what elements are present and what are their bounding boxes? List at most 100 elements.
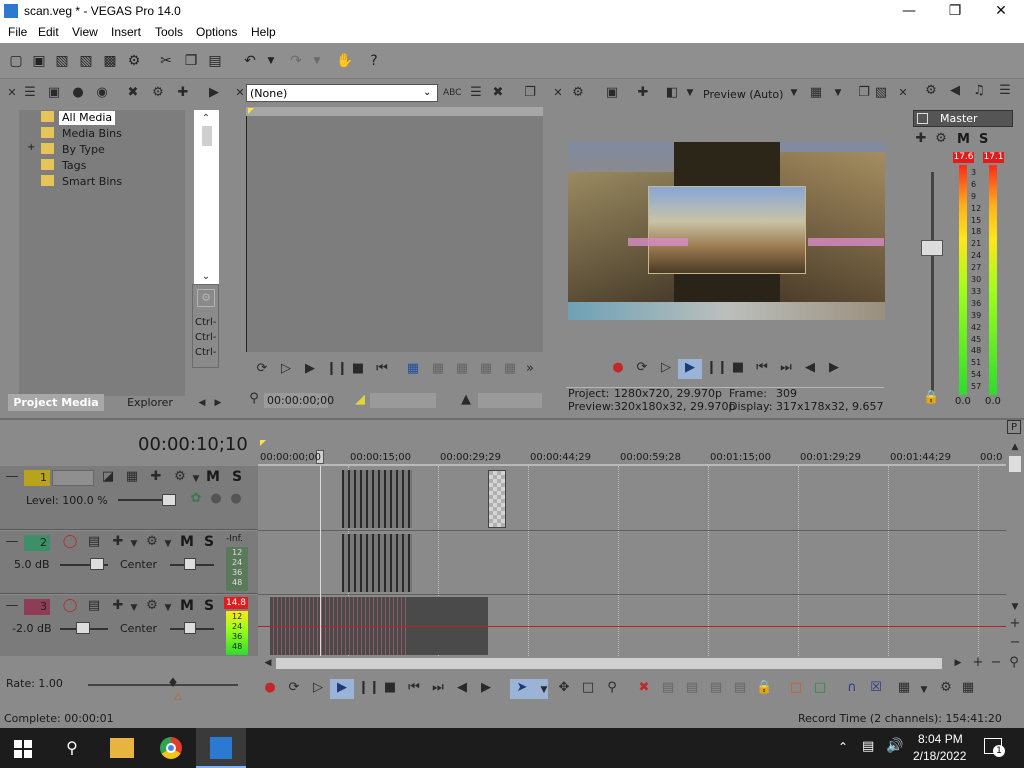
timeline-vscroll[interactable]: P ▲ ▼ + − (1006, 420, 1024, 656)
maximize-button[interactable]: ❐ (932, 0, 978, 23)
out-marker-icon[interactable]: ▲ (458, 393, 474, 409)
split-icon[interactable]: ▤ (732, 681, 748, 697)
expand-icon[interactable]: + (27, 142, 35, 153)
trim-icon[interactable]: ▦ (430, 362, 446, 378)
overlays-icon[interactable]: ◧ (664, 86, 680, 102)
in-point-field[interactable] (370, 393, 436, 408)
media-properties-icon[interactable]: ⚙ (150, 86, 166, 102)
timeline-hscroll[interactable]: ◀ ▶ + − ⚲ (258, 656, 1024, 672)
stop-icon[interactable]: ■ (730, 361, 746, 377)
downmix-icon[interactable]: ◀ (947, 84, 963, 100)
render-as-icon[interactable]: ▩ (102, 53, 118, 69)
undo-icon[interactable]: ↶ (242, 53, 258, 69)
go-to-end-icon[interactable]: ⏭ (778, 361, 794, 377)
track-settings-dropdown-icon[interactable]: ▼ (160, 537, 176, 553)
track-settings-icon[interactable]: ⚙ (144, 599, 160, 615)
fx-icon[interactable]: ⚙ (197, 289, 215, 307)
volume-slider-handle[interactable] (90, 558, 104, 570)
redo-icon[interactable]: ↷ (288, 53, 304, 69)
trim-icon[interactable]: ▦ (478, 362, 494, 378)
external-monitor-icon[interactable]: ▣ (604, 86, 620, 102)
media-fx-icon[interactable]: ✚ (175, 86, 191, 102)
copy-snapshot-icon[interactable]: ❐ (856, 86, 872, 102)
play-icon[interactable]: ▶ (302, 362, 318, 378)
selection-tool-icon[interactable]: □ (580, 681, 596, 697)
track-mute-button[interactable]: M (206, 469, 220, 485)
tree-item-by-type[interactable]: By Type (62, 143, 105, 156)
properties-icon[interactable]: ⚙ (126, 53, 142, 69)
play-icon[interactable]: ▶ (334, 681, 350, 697)
trim-end-icon[interactable]: ▤ (708, 681, 724, 697)
zoom-out-icon[interactable]: − (1007, 636, 1023, 652)
envelope-tool-icon[interactable]: ✥ (556, 681, 572, 697)
network-icon[interactable]: ▤ (862, 739, 874, 754)
paste-icon[interactable]: ▤ (207, 53, 223, 69)
media-scrollbar[interactable]: ⌃ ⌄ •: (194, 110, 219, 306)
save-icon[interactable]: ▧ (54, 53, 70, 69)
lock-envelopes-icon[interactable]: ⚙ (938, 681, 954, 697)
grid-icon[interactable]: ▦ (808, 86, 824, 102)
more-icon[interactable]: » (522, 362, 538, 378)
trim-icon[interactable]: ▦ (454, 362, 470, 378)
auto-crossfade-icon[interactable]: ☒ (868, 681, 884, 697)
region-tool-icon[interactable]: □ (812, 681, 828, 697)
zoom-out-h-icon[interactable]: − (988, 656, 1004, 672)
rate-reset-icon[interactable]: △ (170, 690, 186, 706)
help-icon[interactable]: ? (366, 53, 382, 69)
arm-record-icon[interactable]: ◯ (62, 599, 78, 615)
speaker-icon[interactable]: ♫ (971, 84, 987, 100)
tree-item-all-media[interactable]: All Media (59, 111, 116, 125)
normal-edit-tool-icon[interactable]: ➤ (514, 681, 530, 697)
notification-icon[interactable]: 1 (984, 738, 1005, 757)
zoom-tool-icon[interactable]: ⚲ (604, 681, 620, 697)
remove-media-icon[interactable]: ✖ (125, 86, 141, 102)
trim-icon[interactable]: ▦ (502, 362, 518, 378)
track-fx-icon[interactable]: ✚ (110, 535, 126, 551)
new-project-icon[interactable]: ▢ (8, 53, 24, 69)
track-settings-dropdown-icon[interactable]: ▼ (160, 601, 176, 617)
record-icon[interactable]: ● (610, 361, 626, 377)
trimmer-media-dropdown[interactable]: (None) ⌄ (246, 84, 438, 102)
close-button[interactable]: ✕ (978, 0, 1024, 23)
audio-event-group[interactable] (342, 534, 412, 592)
edit-tool-dropdown-icon[interactable]: ▼ (536, 683, 552, 699)
play-icon[interactable]: ▶ (682, 361, 698, 377)
trim-tool-icon[interactable]: ▤ (660, 681, 676, 697)
loop-icon[interactable]: ⟳ (286, 681, 302, 697)
arm-record-icon[interactable]: ◯ (62, 535, 78, 551)
delete-icon[interactable]: ✖ (636, 681, 652, 697)
next-frame-icon[interactable]: ▶ (826, 361, 842, 377)
capture-icon[interactable]: ▣ (46, 86, 62, 102)
minimize-track-icon[interactable]: — (4, 599, 20, 615)
track-motion-icon[interactable]: ◪ (100, 470, 116, 486)
track-fx-icon[interactable]: ▦ (124, 470, 140, 486)
menu-view[interactable]: View (72, 25, 98, 39)
get-media-icon[interactable]: ● (70, 86, 86, 102)
pan-slider-handle[interactable] (184, 622, 196, 634)
split-screen-icon[interactable]: ✚ (635, 86, 651, 102)
fx-dropdown-icon[interactable]: ▼ (126, 601, 142, 617)
video-event-clip[interactable] (488, 470, 506, 528)
copy-icon[interactable]: ❐ (183, 53, 199, 69)
out-point-field[interactable] (478, 393, 542, 408)
cut-icon[interactable]: ✂ (158, 53, 174, 69)
trimmer-copy-icon[interactable]: ❐ (522, 86, 538, 102)
track-solo-button[interactable]: S (204, 534, 214, 550)
scroll-up-icon[interactable]: ▲ (1007, 440, 1023, 456)
pin-toggle-icon[interactable]: P (1007, 420, 1021, 434)
tab-scroll-left-icon[interactable]: ◀ (194, 396, 210, 412)
preview-properties-icon[interactable]: ⚙ (570, 86, 586, 102)
master-mute-button[interactable]: M (957, 132, 970, 147)
track-fx-icon[interactable]: ✚ (110, 599, 126, 615)
quality-dropdown-icon[interactable]: ▼ (786, 86, 802, 102)
tray-chevron-icon[interactable]: ⌃ (838, 740, 848, 754)
minimize-track-icon[interactable]: — (4, 535, 20, 551)
trimmer-list-icon[interactable]: ☰ (468, 86, 484, 102)
scroll-down-icon[interactable]: ▼ (1007, 600, 1023, 616)
master-properties2-icon[interactable]: ⚙ (933, 132, 949, 148)
go-to-start-icon[interactable]: ⏮ (374, 362, 390, 378)
stop-icon[interactable]: ■ (382, 681, 398, 697)
close-pane-icon[interactable]: ✕ (4, 86, 20, 102)
fx-dropdown-icon[interactable]: ▼ (126, 537, 142, 553)
invert-phase-icon[interactable]: ▤ (86, 599, 102, 615)
